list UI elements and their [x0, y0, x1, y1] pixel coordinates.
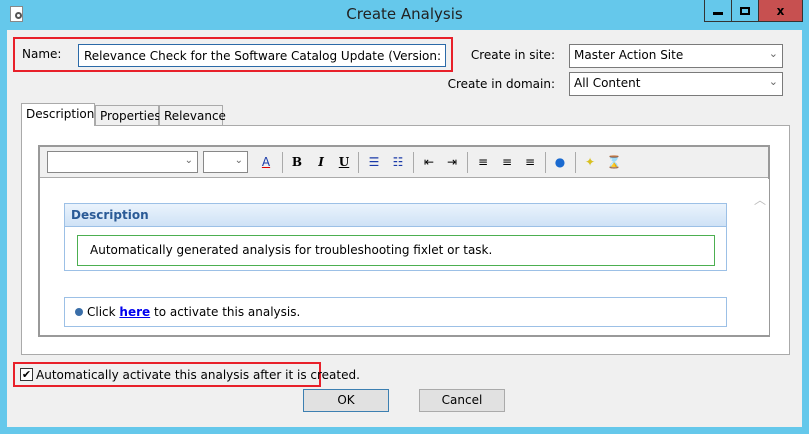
tab-properties[interactable]: Properties: [95, 105, 161, 125]
close-icon: x: [776, 3, 785, 18]
close-button[interactable]: x: [759, 0, 803, 22]
description-section: Description Automatically generated anal…: [64, 203, 727, 271]
cancel-button[interactable]: Cancel: [419, 389, 505, 412]
site-label: Create in site:: [470, 48, 555, 62]
domain-select[interactable]: All Content ⌄: [569, 72, 783, 96]
maximize-button[interactable]: [732, 0, 759, 22]
chevron-down-icon: ⌄: [768, 75, 778, 88]
align-right-icon[interactable]: ≡: [522, 153, 538, 171]
italic-icon[interactable]: I: [313, 153, 329, 171]
title-bar: Create Analysis x: [0, 0, 809, 30]
maximize-icon: [740, 6, 750, 15]
site-value: Master Action Site: [574, 48, 684, 62]
font-size-select[interactable]: ⌄: [203, 151, 248, 173]
numbered-list-icon[interactable]: ☰: [366, 153, 382, 171]
minimize-button[interactable]: [704, 0, 732, 22]
description-text: Automatically generated analysis for tro…: [77, 235, 715, 266]
name-label: Name:: [22, 47, 62, 61]
chevron-up-icon[interactable]: ︿: [751, 191, 769, 208]
bullet-icon: [75, 308, 83, 316]
scrollbar[interactable]: ︿: [751, 179, 769, 335]
name-input[interactable]: [78, 44, 446, 67]
bold-icon[interactable]: B: [289, 153, 305, 171]
tab-description[interactable]: Description: [21, 103, 95, 126]
font-color-icon[interactable]: A: [258, 153, 274, 171]
editor-toolbar: ⌄ ⌄ A B I U ☰ ☷ ⇤ ⇥ ≡ ≡ ≡ ● ✦ ⌛: [40, 147, 768, 178]
hyperlink-globe-icon[interactable]: ●: [552, 153, 568, 171]
bullet-list-icon[interactable]: ☷: [390, 153, 406, 171]
click-prefix: Click: [87, 305, 120, 319]
font-select[interactable]: ⌄: [47, 151, 198, 173]
auto-activate-checkbox[interactable]: ✔: [20, 368, 33, 381]
tab-relevance[interactable]: Relevance: [159, 105, 226, 125]
align-center-icon[interactable]: ≡: [499, 153, 515, 171]
window-title: Create Analysis: [346, 5, 463, 23]
activate-box: Click here to activate this analysis.: [64, 297, 727, 327]
magic-wand-icon[interactable]: ✦: [582, 153, 598, 171]
scroll-icon[interactable]: ⌛: [606, 153, 622, 171]
indent-icon[interactable]: ⇥: [444, 153, 460, 171]
underline-icon[interactable]: U: [336, 153, 352, 171]
ok-button[interactable]: OK: [303, 389, 389, 412]
chevron-down-icon: ⌄: [768, 47, 778, 60]
domain-label: Create in domain:: [447, 77, 555, 91]
minimize-icon: [713, 12, 723, 15]
click-suffix: to activate this analysis.: [150, 305, 301, 319]
rich-text-editor[interactable]: ⌄ ⌄ A B I U ☰ ☷ ⇤ ⇥ ≡ ≡ ≡ ● ✦ ⌛ ︿ Descri…: [38, 145, 770, 337]
section-title: Description: [65, 204, 726, 227]
site-select[interactable]: Master Action Site ⌄: [569, 44, 783, 68]
auto-activate-label: Automatically activate this analysis aft…: [36, 368, 360, 382]
activate-link[interactable]: here: [119, 305, 150, 319]
align-left-icon[interactable]: ≡: [475, 153, 491, 171]
outdent-icon[interactable]: ⇤: [421, 153, 437, 171]
domain-value: All Content: [574, 76, 641, 90]
